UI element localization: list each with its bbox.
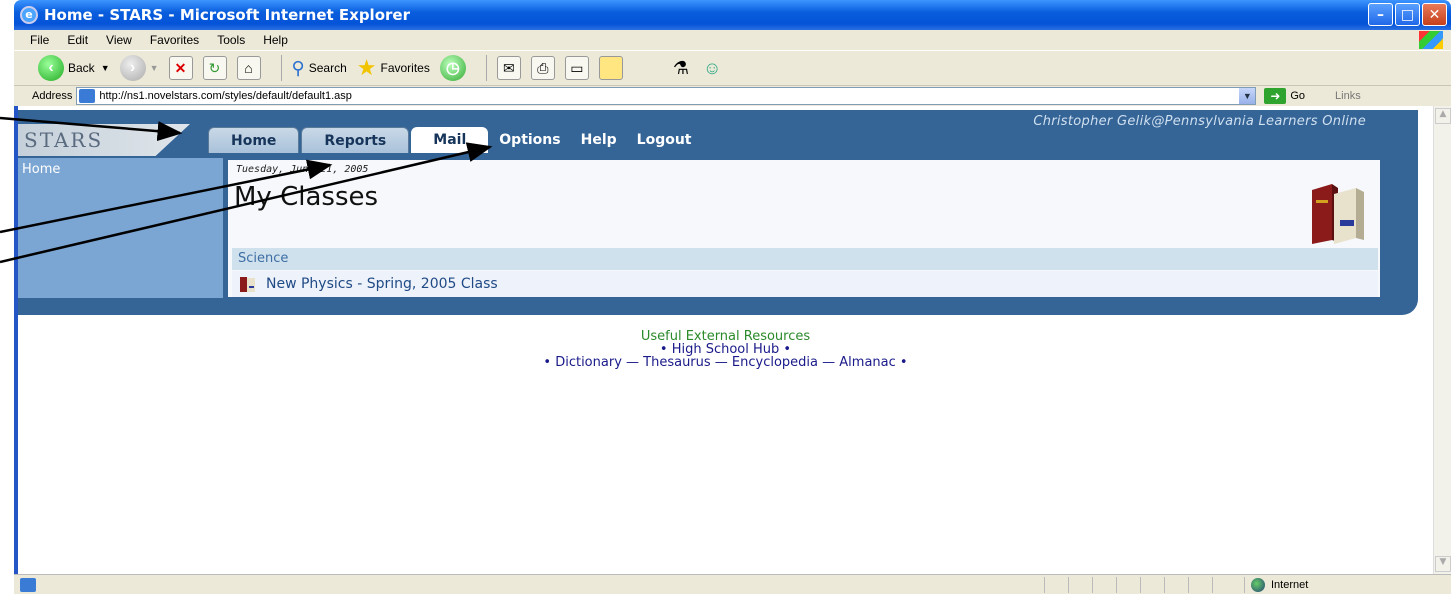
class-book-icon bbox=[240, 277, 255, 292]
class-list-item[interactable]: New Physics - Spring, 2005 Class bbox=[232, 271, 1378, 297]
history-icon[interactable]: ◷ bbox=[439, 55, 466, 81]
back-arrow-icon: ‹ bbox=[38, 55, 64, 81]
research-icon[interactable]: ⚗ bbox=[673, 58, 689, 79]
class-link[interactable]: New Physics - Spring, 2005 Class bbox=[266, 276, 498, 292]
menu-bar: File Edit View Favorites Tools Help bbox=[14, 30, 1451, 50]
toolbar-separator bbox=[485, 55, 487, 81]
resources-line-2[interactable]: • Dictionary — Thesaurus — Encyclopedia … bbox=[18, 356, 1433, 369]
back-dropdown-icon[interactable]: ▼ bbox=[101, 63, 110, 73]
favorites-star-icon: ★ bbox=[356, 55, 377, 80]
stars-panel: STARS Christopher Gelik@Pennsylvania Lea… bbox=[18, 110, 1418, 315]
ie-icon: e bbox=[20, 6, 38, 24]
globe-icon bbox=[1251, 578, 1265, 592]
menu-tools[interactable]: Tools bbox=[217, 33, 245, 47]
windows-flag-icon bbox=[1419, 31, 1443, 49]
search-button[interactable]: ⚲ Search bbox=[292, 58, 347, 79]
main-content: Tuesday, June 21, 2005 My Classes Scienc… bbox=[228, 160, 1380, 297]
home-icon[interactable]: ⌂ bbox=[236, 56, 261, 80]
tab-home[interactable]: Home bbox=[208, 127, 300, 153]
toolbar-separator bbox=[280, 55, 282, 81]
close-button[interactable]: ✕ bbox=[1422, 3, 1447, 26]
links-button[interactable]: Links bbox=[1335, 90, 1361, 102]
link-options[interactable]: Options bbox=[490, 127, 569, 153]
print-icon[interactable]: ⎙ bbox=[530, 56, 555, 80]
status-page-icon bbox=[20, 577, 36, 592]
search-label: Search bbox=[308, 61, 347, 75]
web-page: STARS Christopher Gelik@Pennsylvania Lea… bbox=[18, 106, 1433, 574]
go-arrow-icon: ➜ bbox=[1264, 88, 1287, 104]
books-icon bbox=[1312, 184, 1364, 244]
link-logout[interactable]: Logout bbox=[628, 127, 701, 153]
favorites-button[interactable]: ★ Favorites bbox=[357, 55, 430, 81]
nav-tabs: Home Reports Mail Options Help Logout bbox=[208, 127, 701, 153]
left-nav: Home bbox=[18, 158, 223, 298]
vertical-scrollbar[interactable]: ▲ ▼ bbox=[1433, 106, 1451, 574]
nav-home-link[interactable]: Home bbox=[22, 162, 60, 177]
link-help[interactable]: Help bbox=[572, 127, 626, 153]
menu-file[interactable]: File bbox=[30, 33, 49, 47]
menu-favorites[interactable]: Favorites bbox=[150, 33, 199, 47]
go-button[interactable]: ➜ Go bbox=[1264, 88, 1305, 104]
back-label: Back bbox=[68, 61, 95, 75]
address-bar: Address http://ns1.novelstars.com/styles… bbox=[14, 86, 1451, 106]
external-resources: Useful External Resources • High School … bbox=[18, 330, 1433, 369]
window-title: Home - STARS - Microsoft Internet Explor… bbox=[44, 6, 410, 24]
menu-view[interactable]: View bbox=[106, 33, 132, 47]
page-icon bbox=[79, 89, 96, 103]
logo-text: STARS bbox=[24, 128, 104, 152]
status-bar: Internet bbox=[14, 574, 1451, 594]
section-header: Science bbox=[232, 248, 1378, 270]
standard-toolbar: ‹ Back ▼ › ▼ ✕ ↻ ⌂ ⚲ Search ★ Favorites … bbox=[14, 50, 1451, 86]
window-controls: – □ ✕ bbox=[1368, 3, 1447, 26]
status-segments bbox=[1044, 577, 1236, 593]
forward-dropdown-icon[interactable]: ▼ bbox=[150, 63, 159, 73]
address-label: Address bbox=[32, 90, 73, 102]
go-label: Go bbox=[1290, 90, 1306, 102]
tab-reports[interactable]: Reports bbox=[301, 127, 410, 153]
mail-icon[interactable]: ✉ bbox=[496, 56, 521, 80]
search-icon: ⚲ bbox=[291, 57, 305, 78]
tab-mail[interactable]: Mail bbox=[411, 127, 489, 153]
scroll-up-icon[interactable]: ▲ bbox=[1435, 108, 1451, 124]
user-name: Christopher Gelik@Pennsylvania Learners … bbox=[1033, 114, 1366, 129]
address-url: http://ns1.novelstars.com/styles/default… bbox=[99, 90, 352, 102]
minimize-button[interactable]: – bbox=[1368, 3, 1393, 26]
address-field[interactable]: http://ns1.novelstars.com/styles/default… bbox=[76, 87, 1257, 105]
maximize-button[interactable]: □ bbox=[1395, 3, 1420, 26]
page-title: My Classes bbox=[234, 182, 379, 212]
window-title-bar: e Home - STARS - Microsoft Internet Expl… bbox=[14, 0, 1451, 30]
back-button[interactable]: ‹ Back ▼ bbox=[38, 55, 110, 81]
refresh-icon[interactable]: ↻ bbox=[202, 56, 227, 80]
security-zone: Internet bbox=[1244, 577, 1308, 593]
scroll-down-icon[interactable]: ▼ bbox=[1435, 556, 1451, 572]
edit-icon[interactable]: ▭ bbox=[564, 56, 589, 80]
menu-edit[interactable]: Edit bbox=[67, 33, 88, 47]
messenger-icon[interactable]: ☺ bbox=[703, 58, 721, 79]
forward-arrow-icon: › bbox=[119, 55, 146, 81]
address-dropdown-icon[interactable]: ▼ bbox=[1239, 88, 1256, 104]
forward-button[interactable]: › ▼ bbox=[119, 55, 159, 81]
current-date: Tuesday, June 21, 2005 bbox=[236, 164, 369, 175]
stars-logo: STARS bbox=[18, 124, 190, 156]
favorites-label: Favorites bbox=[380, 61, 430, 75]
menu-help[interactable]: Help bbox=[263, 33, 288, 47]
discuss-icon[interactable] bbox=[598, 56, 623, 80]
stop-icon[interactable]: ✕ bbox=[168, 56, 193, 80]
zone-label: Internet bbox=[1271, 579, 1309, 591]
